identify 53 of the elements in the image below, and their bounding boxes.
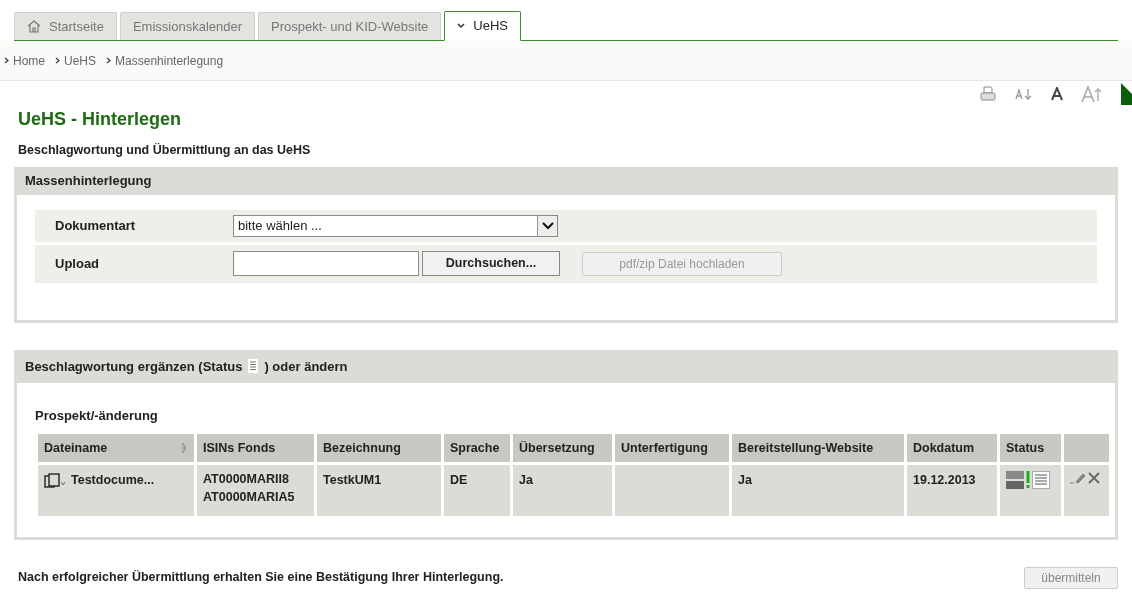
home-icon: [27, 20, 41, 33]
browse-button[interactable]: Durchsuchen...: [422, 251, 560, 277]
confirmation-note: Nach erfolgreicher Übermittlung erhalten Sie eine Bestätigung Ihrer Hinterlegung.: [18, 569, 504, 587]
page-subtitle: Beschlagwortung und Übermittlung an das UeHS: [18, 142, 312, 159]
column-header: Dateiname: [38, 434, 194, 463]
tab[interactable]: UeHS: [444, 11, 521, 41]
table-cell: Testdocume...: [38, 465, 194, 517]
breadcrumb-link[interactable]: Massenhinterlegung: [115, 51, 224, 70]
table-cell: TestkUM1: [317, 465, 441, 517]
column-header: ISINs Fonds: [197, 434, 314, 463]
column-header: Bezeichnung: [317, 434, 441, 463]
column-header: Dokdatum: [907, 434, 997, 463]
panel-title: ) oder ändern: [264, 357, 348, 376]
list-icon: [248, 359, 259, 374]
documents-icon: [44, 472, 68, 489]
table-cell: DE: [444, 465, 510, 517]
page-title: UeHS - Hinterlegen: [18, 108, 183, 131]
panel-title: Beschlagwortung ergänzen (Status: [25, 357, 243, 376]
tab[interactable]: Emissionskalender: [119, 12, 256, 40]
corner-flag-icon: [1121, 83, 1132, 105]
table-cell: 19.12.2013: [907, 465, 997, 517]
table-cell: Ja: [732, 465, 904, 517]
delete-icon[interactable]: [1088, 472, 1100, 485]
print-icon[interactable]: [979, 86, 997, 102]
column-header: Übersetzung: [513, 434, 612, 463]
chevron-icon: [106, 57, 112, 64]
tab[interactable]: Startseite: [14, 12, 117, 40]
tab[interactable]: Prospekt- und KID-Website: [258, 12, 442, 40]
increase-font-icon[interactable]: [1081, 85, 1103, 103]
column-header: Sprache: [444, 434, 510, 463]
caret-icon: [457, 23, 466, 29]
decrease-font-icon[interactable]: [1015, 87, 1033, 101]
list-icon: [1032, 471, 1050, 490]
dropdown[interactable]: bitte wählen ...: [233, 214, 558, 237]
field-label: Upload: [54, 255, 101, 273]
file-path-field[interactable]: [233, 251, 419, 277]
normal-font-icon[interactable]: [1051, 87, 1063, 101]
edit-icon[interactable]: [1070, 471, 1086, 486]
field-label: Dokumentart: [54, 217, 137, 235]
table-cell: Ja: [513, 465, 612, 517]
chevron-icon: [55, 57, 60, 64]
caret-icon: [541, 221, 554, 230]
table-cell: AT0000MARII8 AT0000MARIA5: [197, 465, 314, 517]
column-header: Status: [1000, 434, 1061, 463]
column-header: Bereitstellung-Website: [732, 434, 904, 463]
breadcrumb-link[interactable]: Home: [13, 51, 45, 70]
chevron-icon: [4, 57, 9, 64]
breadcrumb-link[interactable]: UeHS: [64, 51, 97, 70]
column-header: Unterfertigung: [615, 434, 729, 463]
exclamation-icon: [1026, 471, 1030, 490]
resize-handle-icon[interactable]: [182, 443, 186, 454]
panel-header: Massenhinterlegung: [17, 166, 1115, 195]
section-title: Prospekt/-änderung: [35, 406, 159, 425]
